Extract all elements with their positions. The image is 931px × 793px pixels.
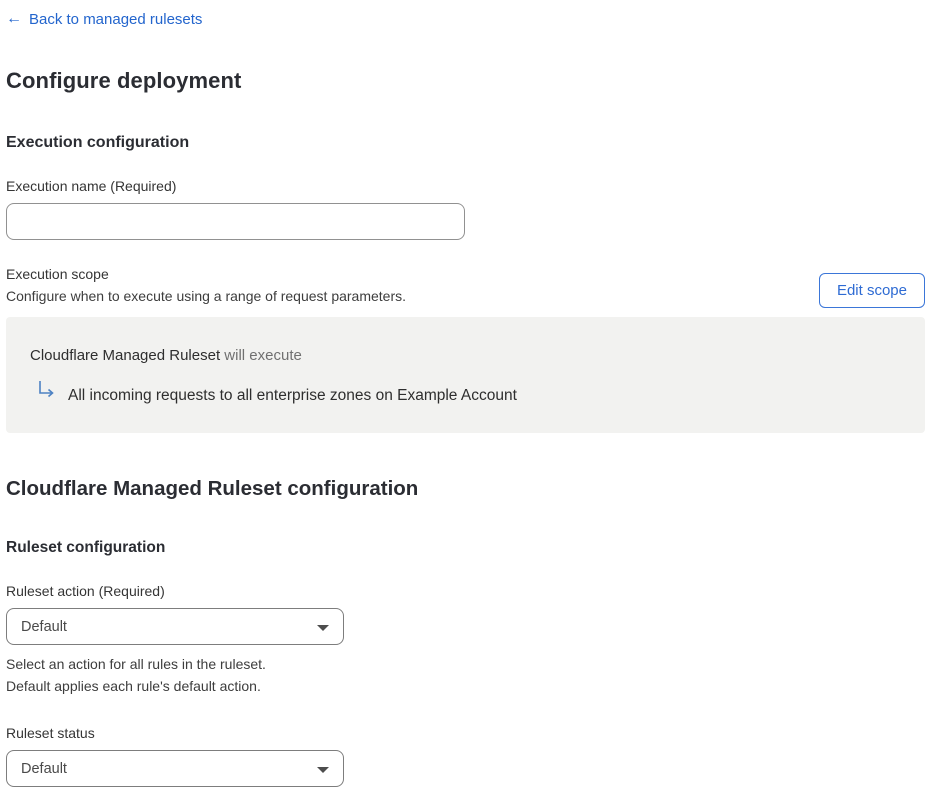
execution-scope-text-group: Execution scope Configure when to execut… <box>6 266 406 304</box>
back-link-label: Back to managed rulesets <box>29 10 203 28</box>
back-to-managed-rulesets-link[interactable]: ← Back to managed rulesets <box>6 11 202 28</box>
scope-summary-headline: Cloudflare Managed Ruleset will execute <box>30 347 901 364</box>
configure-deployment-page: ← Back to managed rulesets Configure dep… <box>0 0 931 793</box>
execution-name-label: Execution name (Required) <box>6 178 177 194</box>
chevron-down-icon <box>317 766 329 773</box>
chevron-down-icon <box>317 624 329 631</box>
scope-summary-detail: All incoming requests to all enterprise … <box>30 380 901 405</box>
scope-verb: will execute <box>220 347 302 364</box>
ruleset-configuration-page-heading: Cloudflare Managed Ruleset configuration <box>6 477 419 500</box>
ruleset-action-selected-value: Default <box>21 618 67 635</box>
ruleset-action-help-line2: Default applies each rule's default acti… <box>6 678 261 694</box>
edit-scope-button[interactable]: Edit scope <box>818 273 925 308</box>
down-right-arrow-icon <box>36 380 56 405</box>
ruleset-action-select[interactable]: Default <box>6 608 344 645</box>
execution-scope-label: Execution scope <box>6 266 109 282</box>
ruleset-action-help-line1: Select an action for all rules in the ru… <box>6 656 266 672</box>
ruleset-configuration-subheading: Ruleset configuration <box>6 539 166 556</box>
execution-scope-description: Configure when to execute using a range … <box>6 288 407 304</box>
page-title: Configure deployment <box>6 68 242 93</box>
ruleset-status-label: Ruleset status <box>6 725 95 741</box>
ruleset-action-help: Select an action for all rules in the ru… <box>6 653 925 697</box>
scope-summary-box: Cloudflare Managed Ruleset will execute … <box>6 317 925 433</box>
scope-ruleset-name: Cloudflare Managed Ruleset <box>30 347 221 364</box>
ruleset-status-select[interactable]: Default <box>6 750 344 787</box>
execution-scope-row: Execution scope Configure when to execut… <box>6 266 925 308</box>
scope-text: All incoming requests to all enterprise … <box>68 387 517 404</box>
back-arrow-icon: ← <box>6 10 22 27</box>
execution-configuration-heading: Execution configuration <box>6 134 190 151</box>
ruleset-status-selected-value: Default <box>21 760 67 777</box>
ruleset-action-label: Ruleset action (Required) <box>6 583 165 599</box>
execution-name-input[interactable] <box>6 203 465 240</box>
